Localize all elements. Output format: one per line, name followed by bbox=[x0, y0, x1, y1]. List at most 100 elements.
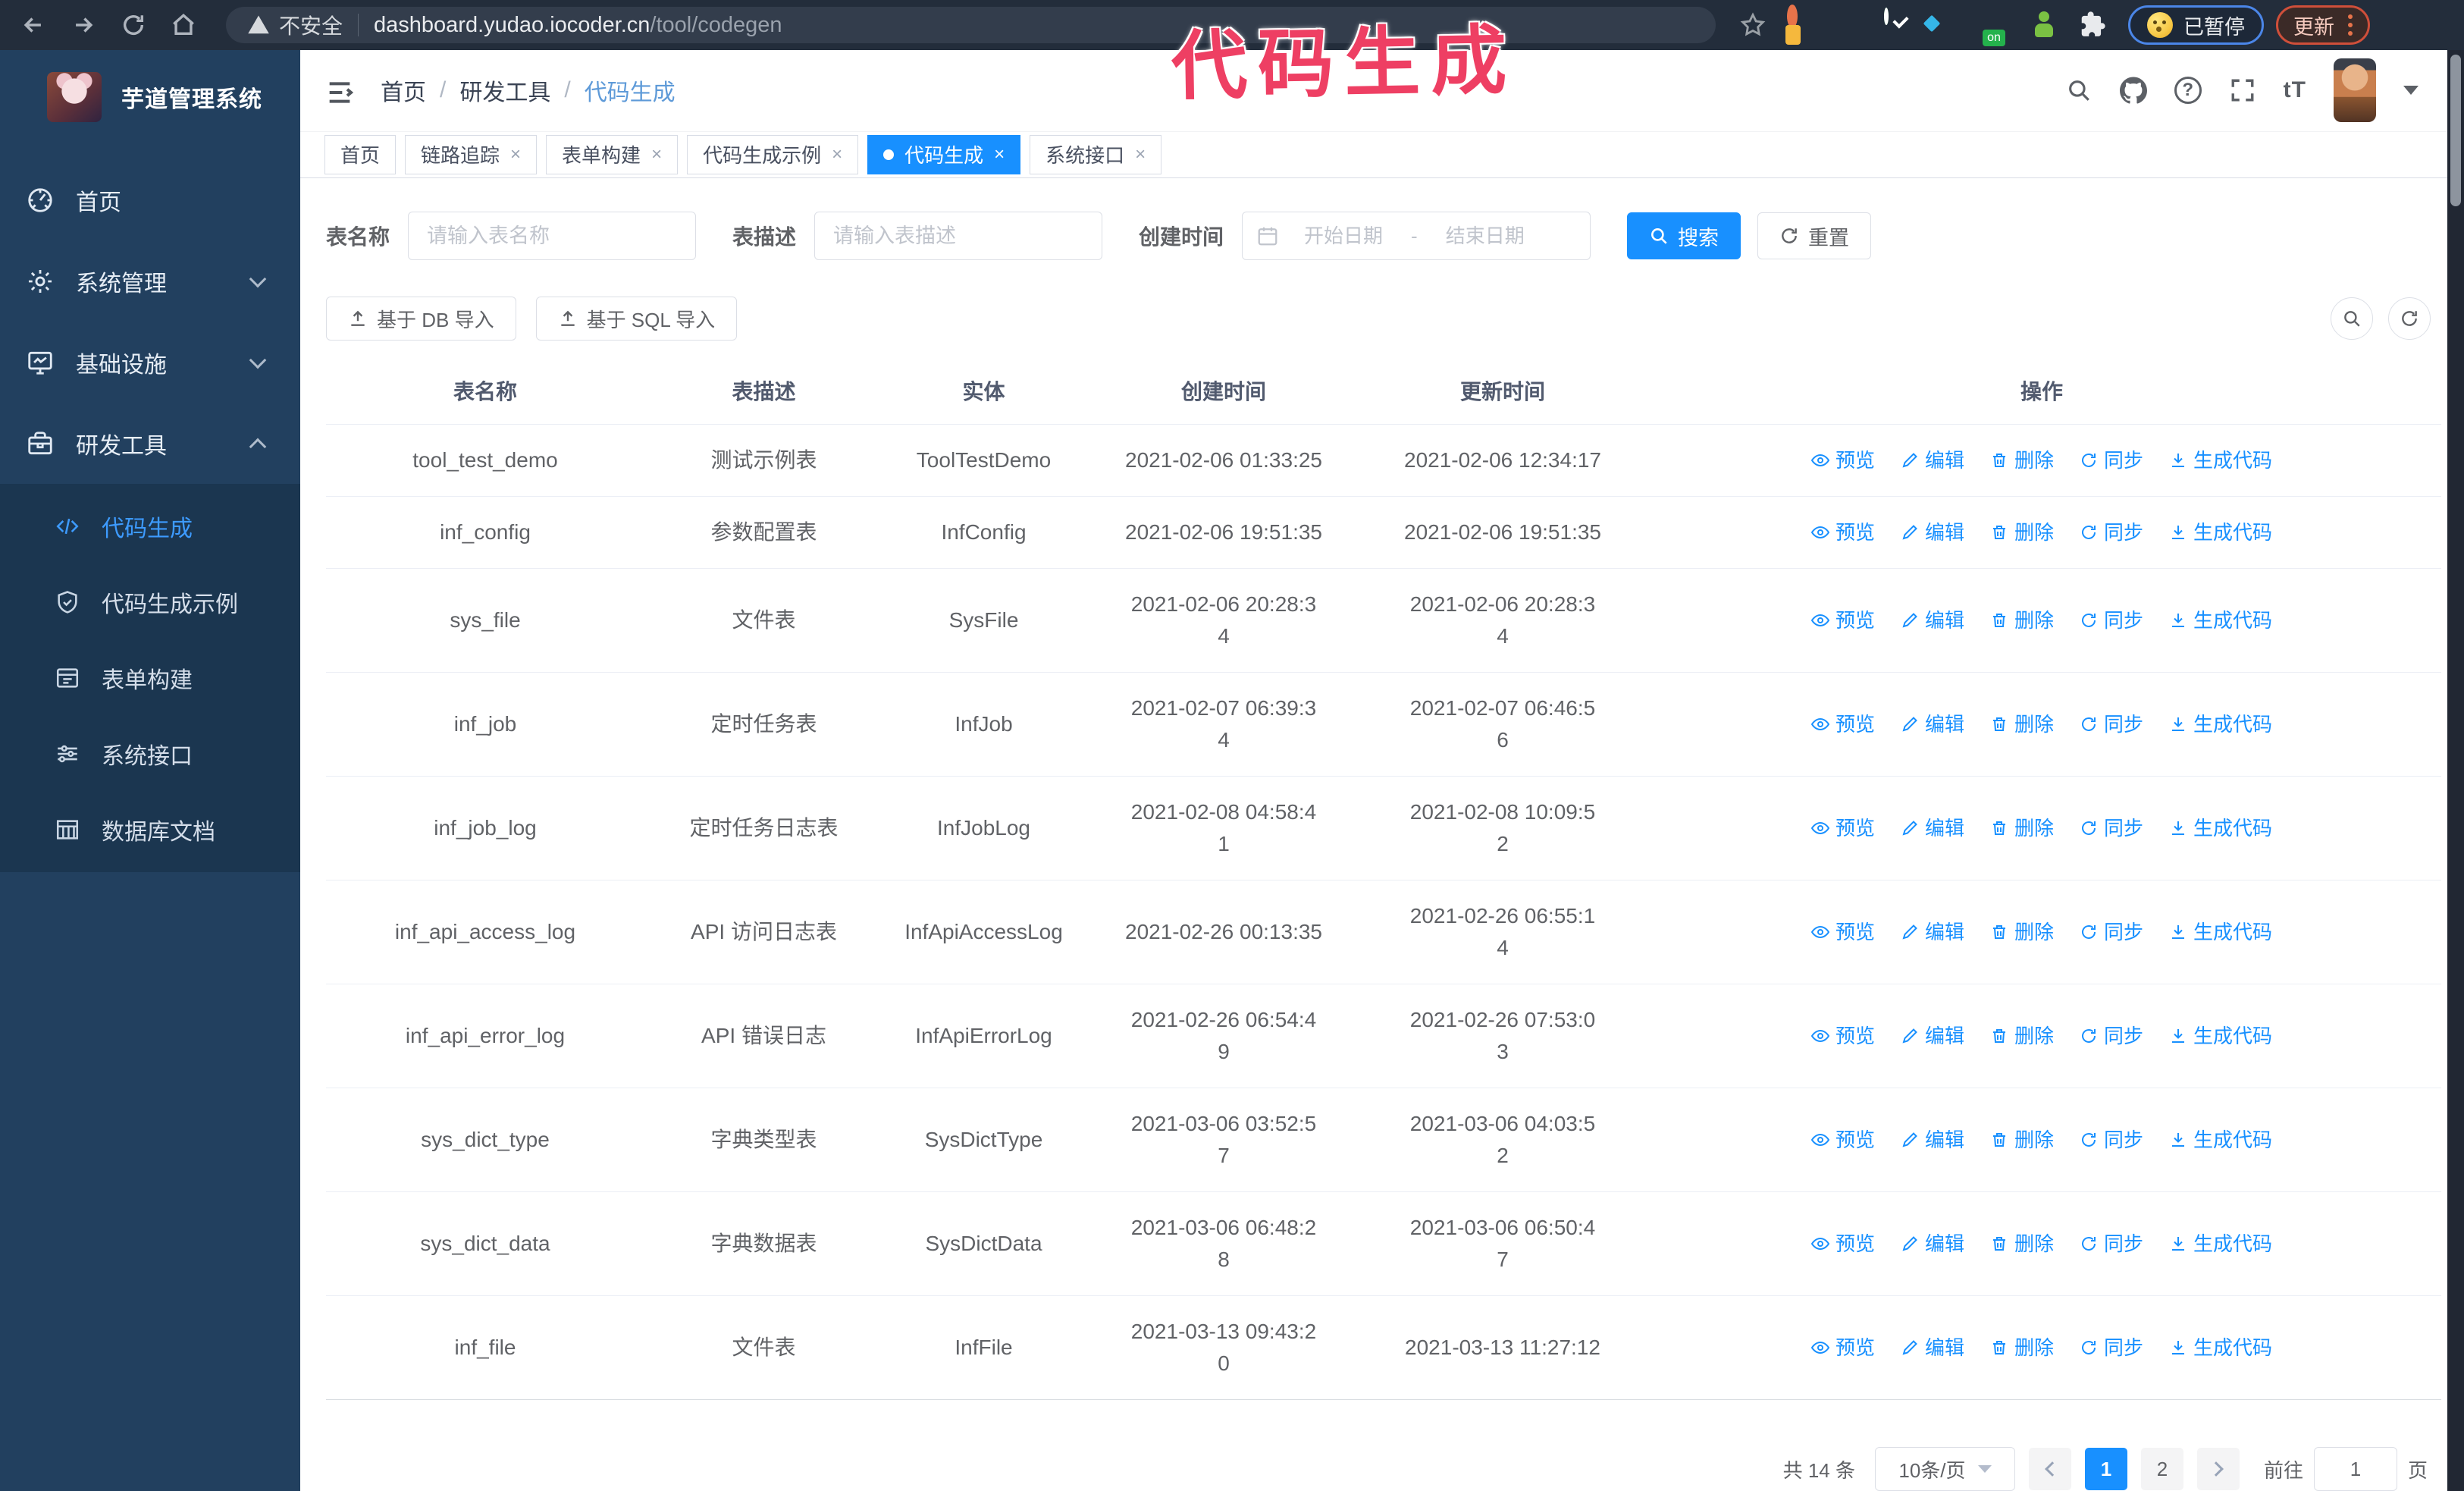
generate-code-link[interactable]: 生成代码 bbox=[2169, 516, 2272, 548]
prev-page-button[interactable] bbox=[2028, 1448, 2071, 1490]
table-row[interactable]: sys_file 文件表 SysFile 2021-02-06 20:28:3 … bbox=[326, 568, 2441, 673]
preview-link[interactable]: 预览 bbox=[1810, 708, 1875, 740]
preview-link[interactable]: 预览 bbox=[1810, 516, 1875, 548]
close-icon[interactable]: × bbox=[832, 145, 842, 164]
extension-grid-icon[interactable] bbox=[1933, 10, 1963, 40]
delete-link[interactable]: 删除 bbox=[1990, 1228, 2054, 1260]
generate-code-link[interactable]: 生成代码 bbox=[2169, 604, 2272, 636]
table-row[interactable]: inf_api_error_log API 错误日志 InfApiErrorLo… bbox=[326, 984, 2441, 1088]
generate-code-link[interactable]: 生成代码 bbox=[2169, 444, 2272, 476]
table-row[interactable]: inf_job 定时任务表 InfJob 2021-02-07 06:39:3 … bbox=[326, 672, 2441, 777]
table-row[interactable]: inf_config 参数配置表 InfConfig 2021-02-06 19… bbox=[326, 496, 2441, 569]
goto-page-input[interactable] bbox=[2313, 1447, 2397, 1491]
delete-link[interactable]: 删除 bbox=[1990, 1124, 2054, 1156]
sidebar-item-home[interactable]: 首页 bbox=[0, 159, 300, 240]
fullscreen-icon[interactable] bbox=[2229, 77, 2256, 104]
delete-link[interactable]: 删除 bbox=[1990, 708, 2054, 740]
font-size-icon[interactable]: tT bbox=[2284, 77, 2306, 103]
reload-button[interactable] bbox=[112, 4, 155, 46]
edit-link[interactable]: 编辑 bbox=[1901, 1124, 1964, 1156]
browser-update-button[interactable]: 更新 bbox=[2276, 5, 2370, 45]
delete-link[interactable]: 删除 bbox=[1990, 516, 2054, 548]
reset-button[interactable]: 重置 bbox=[1757, 212, 1872, 259]
sync-link[interactable]: 同步 bbox=[2080, 1020, 2143, 1052]
preview-link[interactable]: 预览 bbox=[1810, 1228, 1875, 1260]
preview-link[interactable]: 预览 bbox=[1810, 1124, 1875, 1156]
sync-link[interactable]: 同步 bbox=[2080, 1124, 2143, 1156]
generate-code-link[interactable]: 生成代码 bbox=[2169, 1124, 2272, 1156]
sync-link[interactable]: 同步 bbox=[2080, 1228, 2143, 1260]
sync-link[interactable]: 同步 bbox=[2080, 516, 2143, 548]
search-icon[interactable] bbox=[2065, 77, 2093, 104]
table-row[interactable]: inf_file 文件表 InfFile 2021-03-13 09:43:2 … bbox=[326, 1295, 2441, 1400]
extension-check-icon[interactable] bbox=[1884, 8, 1914, 40]
page-size-select[interactable]: 10条/页 bbox=[1874, 1447, 2015, 1491]
preview-link[interactable]: 预览 bbox=[1810, 916, 1875, 948]
hide-search-button[interactable] bbox=[2331, 297, 2373, 340]
edit-link[interactable]: 编辑 bbox=[1901, 812, 1964, 844]
sidebar-item-db-doc[interactable]: 数据库文档 bbox=[0, 792, 300, 868]
security-status[interactable]: 不安全 bbox=[247, 10, 343, 40]
browser-menu-icon[interactable] bbox=[2348, 14, 2353, 36]
sync-link[interactable]: 同步 bbox=[2080, 916, 2143, 948]
tab-form-builder[interactable]: 表单构建 × bbox=[546, 134, 679, 174]
import-sql-button[interactable]: 基于 SQL 导入 bbox=[535, 297, 738, 341]
start-date-input[interactable] bbox=[1279, 224, 1409, 248]
table-row[interactable]: sys_dict_data 字典数据表 SysDictData 2021-03-… bbox=[326, 1191, 2441, 1296]
generate-code-link[interactable]: 生成代码 bbox=[2169, 708, 2272, 740]
sidebar-item-codegen[interactable]: 代码生成 bbox=[0, 488, 300, 564]
close-icon[interactable]: × bbox=[651, 145, 662, 164]
delete-link[interactable]: 删除 bbox=[1990, 1332, 2054, 1364]
breadcrumb-devtools[interactable]: 研发工具 bbox=[459, 74, 550, 107]
help-icon[interactable]: ? bbox=[2174, 77, 2202, 105]
sidebar-item-codegen-example[interactable]: 代码生成示例 bbox=[0, 564, 300, 640]
scrollbar-thumb[interactable] bbox=[2450, 55, 2461, 206]
preview-link[interactable]: 预览 bbox=[1810, 812, 1875, 844]
scrollbar[interactable] bbox=[2447, 50, 2464, 1491]
user-menu-caret-icon[interactable] bbox=[2403, 86, 2419, 96]
bookmark-star-icon[interactable] bbox=[1740, 12, 1766, 38]
sync-link[interactable]: 同步 bbox=[2080, 444, 2143, 476]
extension-on-icon[interactable]: on bbox=[1981, 10, 2011, 46]
home-button[interactable] bbox=[162, 4, 205, 46]
edit-link[interactable]: 编辑 bbox=[1901, 604, 1964, 636]
delete-link[interactable]: 删除 bbox=[1990, 916, 2054, 948]
github-icon[interactable] bbox=[2119, 77, 2147, 104]
back-button[interactable] bbox=[12, 4, 55, 46]
table-row[interactable]: tool_test_demo 测试示例表 ToolTestDemo 2021-0… bbox=[326, 424, 2441, 497]
delete-link[interactable]: 删除 bbox=[1990, 604, 2054, 636]
extension-diamond-icon[interactable] bbox=[1835, 10, 1866, 40]
page-button-2[interactable]: 2 bbox=[2140, 1448, 2183, 1490]
app-logo-row[interactable]: 芋道管理系统 bbox=[0, 50, 300, 141]
table-row[interactable]: inf_api_access_log API 访问日志表 InfApiAcces… bbox=[326, 880, 2441, 984]
address-bar[interactable]: 不安全 dashboard.yudao.iocoder.cn/tool/code… bbox=[226, 7, 1716, 43]
sidebar-item-system[interactable]: 系统管理 bbox=[0, 240, 300, 322]
sidebar-item-infra[interactable]: 基础设施 bbox=[0, 322, 300, 403]
sidebar-item-form-builder[interactable]: 表单构建 bbox=[0, 640, 300, 716]
breadcrumb-home[interactable]: 首页 bbox=[381, 74, 426, 107]
table-name-input[interactable] bbox=[408, 212, 697, 260]
close-icon[interactable]: × bbox=[1135, 145, 1146, 164]
page-button-1[interactable]: 1 bbox=[2084, 1448, 2127, 1490]
delete-link[interactable]: 删除 bbox=[1990, 812, 2054, 844]
edit-link[interactable]: 编辑 bbox=[1901, 1020, 1964, 1052]
collapse-sidebar-icon[interactable] bbox=[324, 77, 355, 103]
forward-button[interactable] bbox=[62, 4, 105, 46]
generate-code-link[interactable]: 生成代码 bbox=[2169, 1020, 2272, 1052]
user-avatar[interactable] bbox=[2334, 58, 2376, 123]
edit-link[interactable]: 编辑 bbox=[1901, 916, 1964, 948]
table-desc-input[interactable] bbox=[814, 212, 1103, 260]
preview-link[interactable]: 预览 bbox=[1810, 604, 1875, 636]
edit-link[interactable]: 编辑 bbox=[1901, 1228, 1964, 1260]
generate-code-link[interactable]: 生成代码 bbox=[2169, 1228, 2272, 1260]
edit-link[interactable]: 编辑 bbox=[1901, 444, 1964, 476]
end-date-input[interactable] bbox=[1420, 224, 1550, 248]
tab-codegen-example[interactable]: 代码生成示例 × bbox=[687, 134, 859, 174]
delete-link[interactable]: 删除 bbox=[1990, 444, 2054, 476]
edit-link[interactable]: 编辑 bbox=[1901, 708, 1964, 740]
tab-tracing[interactable]: 链路追踪 × bbox=[405, 134, 538, 174]
generate-code-link[interactable]: 生成代码 bbox=[2169, 1332, 2272, 1364]
table-row[interactable]: sys_dict_type 字典类型表 SysDictType 2021-03-… bbox=[326, 1088, 2441, 1192]
preview-link[interactable]: 预览 bbox=[1810, 444, 1875, 476]
search-button[interactable]: 搜索 bbox=[1627, 212, 1741, 259]
